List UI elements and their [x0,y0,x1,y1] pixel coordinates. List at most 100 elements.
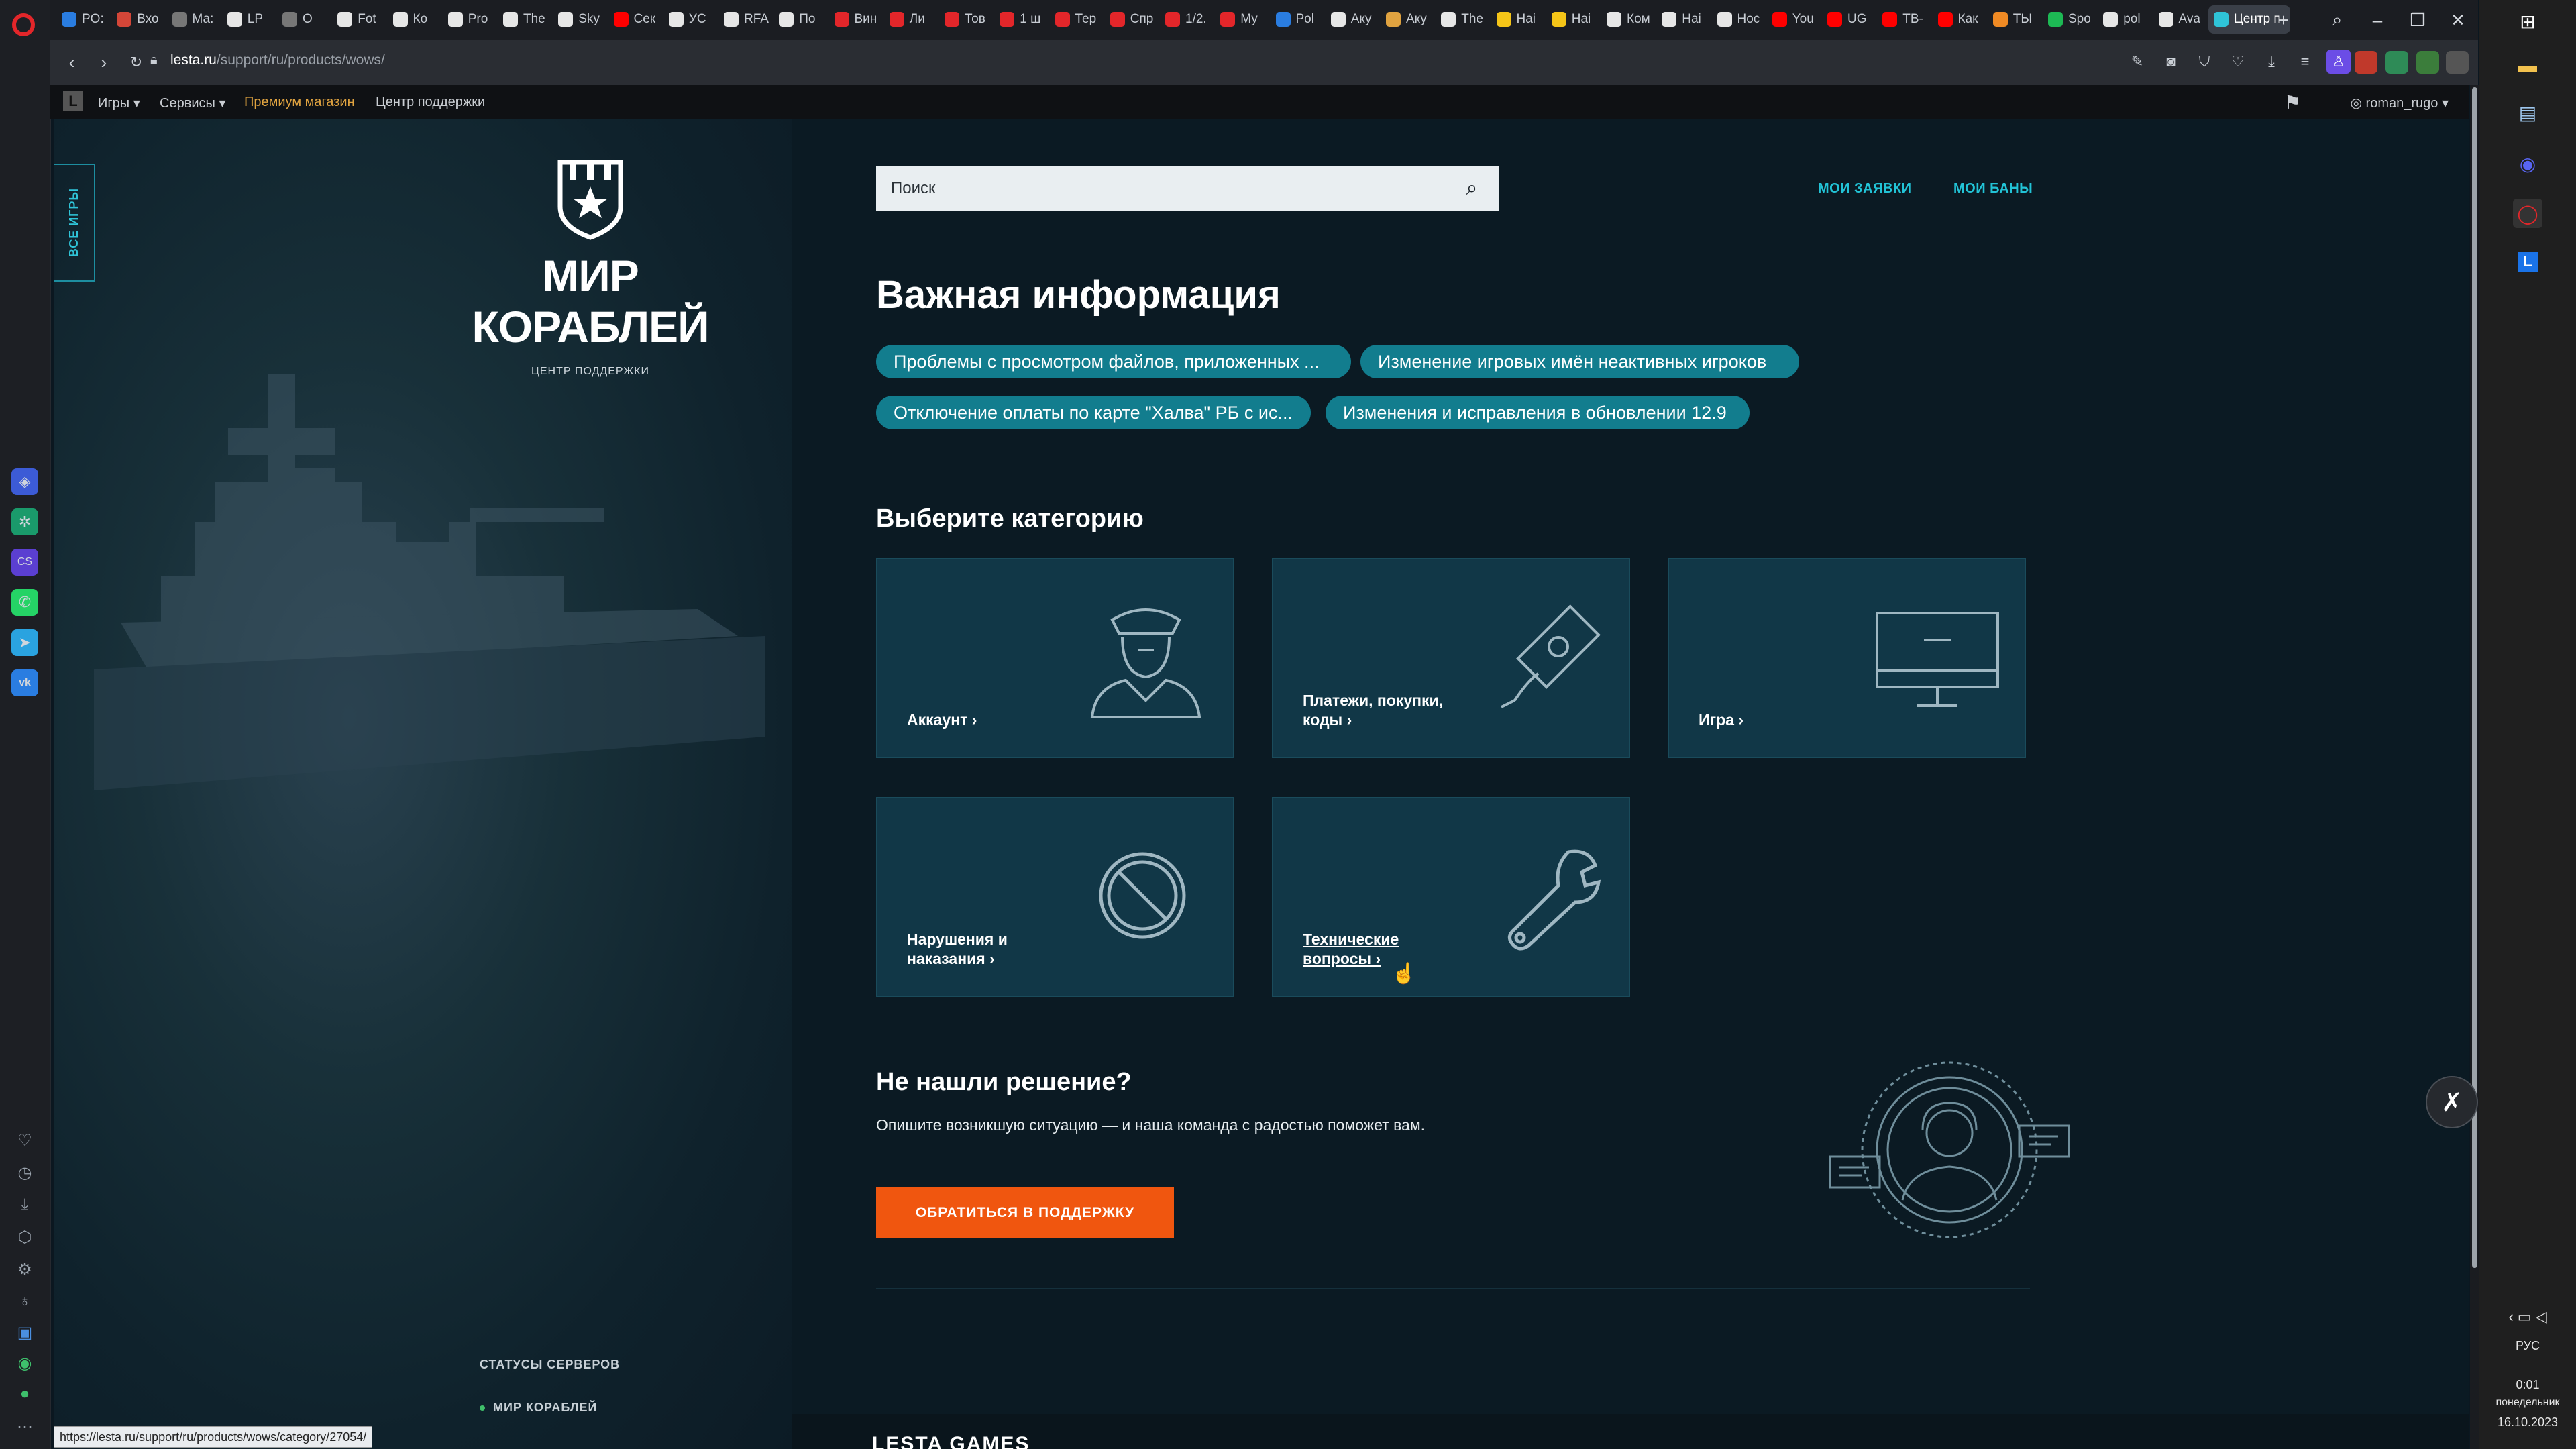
minimize-icon[interactable]: – [2364,7,2391,34]
file-explorer-icon[interactable]: ▬ [2513,51,2542,80]
opera-taskbar-icon[interactable]: ◯ [2513,199,2542,228]
browser-tab[interactable]: ТЫ [1988,5,2040,34]
close-window-icon[interactable]: ✕ [2445,7,2471,34]
extension-icon[interactable]: ▣ [11,1319,38,1346]
server-status-item[interactable]: МИР КОРАБЛЕЙ [480,1401,597,1415]
nav-premium-shop[interactable]: Премиум магазин [244,95,355,110]
browser-tab[interactable]: Fot [332,5,384,34]
nav-services[interactable]: Сервисы ▾ [160,95,225,111]
heart-icon[interactable]: ♡ [11,1127,38,1154]
tray-icons[interactable]: ‹ ▭ ◁ [2479,1308,2576,1326]
notepad-icon[interactable]: ▤ [2513,98,2542,127]
edit-icon[interactable]: ✎ [2125,50,2149,74]
page-scrollbar[interactable] [2470,85,2479,1449]
browser-tab[interactable]: По [773,5,826,34]
camera-icon[interactable]: ◙ [2159,50,2183,74]
browser-tab[interactable]: UG [1822,5,1874,34]
browser-tab[interactable]: Spo [2043,5,2095,34]
whatsapp-icon[interactable]: ✆ [11,589,38,616]
category-payments[interactable]: Платежи, покупки, коды › [1272,558,1630,758]
spotify-icon[interactable]: ● [11,1381,38,1407]
nav-support-center[interactable]: Центр поддержки [376,95,485,110]
extension-download-icon[interactable] [2385,51,2408,74]
shield-icon[interactable]: ⛉ [2192,50,2216,74]
back-icon[interactable]: ‹ [59,50,85,75]
new-tab-icon[interactable]: + [2270,7,2297,34]
news-chip-2[interactable]: Изменение игровых имён неактивных игроко… [1360,345,1799,378]
browser-tab[interactable]: Наі [1656,5,1709,34]
user-menu[interactable]: ◎ roman_rugo ▾ [2351,95,2449,111]
opera-logo-icon[interactable] [12,13,35,36]
browser-tab[interactable]: Наі [1491,5,1544,34]
browser-tab[interactable]: Ма: [167,5,219,34]
more-icon[interactable]: ⋯ [11,1413,38,1440]
adblock-icon[interactable] [2355,51,2377,74]
browser-tab[interactable]: Ком [1601,5,1654,34]
notification-icon[interactable]: ⚑ [2284,91,2301,113]
vk-icon[interactable]: vk [11,669,38,696]
all-games-tab[interactable]: ВСЕ ИГРЫ [54,164,95,282]
category-account[interactable]: Аккаунт › [876,558,1234,758]
browser-tab[interactable]: Pro [443,5,495,34]
lesta-taskbar-icon[interactable]: L [2513,247,2542,276]
browser-tab[interactable]: The [498,5,550,34]
extensions-icon[interactable] [2446,51,2469,74]
contact-support-button[interactable]: ОБРАТИТЬСЯ В ПОДДЕРЖКУ [876,1187,1174,1238]
browser-tab[interactable]: Аку [1326,5,1378,34]
category-violations[interactable]: Нарушения и наказания › [876,797,1234,997]
history-icon[interactable]: ◷ [11,1159,38,1186]
telegram-icon[interactable]: ➤ [11,629,38,656]
news-chip-1[interactable]: Проблемы с просмотром файлов, приложенны… [876,345,1351,378]
lesta-logo-icon[interactable]: L [63,91,83,111]
my-bans-link[interactable]: МОИ БАНЫ [1953,181,2033,197]
browser-tab[interactable]: Нос [1712,5,1764,34]
floating-assistant-button[interactable]: ✗ [2426,1076,2478,1128]
clock-time[interactable]: 0:01 [2479,1378,2576,1392]
search-tabs-icon[interactable]: ⌕ [2324,7,2351,34]
browser-tab[interactable]: The [1436,5,1488,34]
bookmark-heart-icon[interactable]: ♡ [2226,50,2250,74]
browser-tab[interactable]: RFA [718,5,771,34]
nav-games[interactable]: Игры ▾ [98,95,140,111]
browser-tab[interactable]: Сек [608,5,661,34]
browser-tab[interactable]: Ava [2153,5,2206,34]
chatsonic-icon[interactable]: CS [11,549,38,576]
cube-icon[interactable]: ⬡ [11,1224,38,1250]
lightbulb-icon[interactable]: ♁ [11,1288,38,1315]
browser-tab[interactable]: PO: [56,5,109,34]
vpn-icon[interactable]: ◉ [11,1350,38,1377]
extension-sheets-icon[interactable] [2416,51,2439,74]
windows-start-icon[interactable]: ⊞ [2513,7,2542,36]
browser-tab[interactable]: УС [663,5,716,34]
aria-icon[interactable]: ◈ [11,468,38,495]
search-input[interactable]: Поиск ⌕ [876,166,1499,211]
news-chip-3[interactable]: Отключение оплаты по карте "Халва" РБ с … [876,396,1311,429]
reload-icon[interactable]: ↻ [123,50,149,75]
browser-tab[interactable]: Ли [884,5,936,34]
browser-tab[interactable]: LP [222,5,274,34]
browser-tab[interactable]: You [1767,5,1819,34]
chatgpt-icon[interactable]: ✲ [11,508,38,535]
profile-icon[interactable]: ♙ [2326,50,2351,74]
browser-tab[interactable]: Му [1215,5,1267,34]
browser-tab[interactable]: Вхо [111,5,164,34]
browser-tab[interactable]: Аку [1381,5,1433,34]
forward-icon[interactable]: › [91,50,117,75]
settings-icon[interactable]: ⚙ [11,1256,38,1283]
menu-icon[interactable]: ≡ [2293,50,2317,74]
browser-tab[interactable]: O [277,5,329,34]
download-icon[interactable]: ⤓ [11,1191,38,1218]
restore-icon[interactable]: ❐ [2404,7,2431,34]
browser-tab[interactable]: Ко [388,5,440,34]
browser-tab[interactable]: Как [1933,5,1985,34]
browser-tab[interactable]: Тов [939,5,991,34]
news-chip-4[interactable]: Изменения и исправления в обновлении 12.… [1326,396,1750,429]
browser-tab[interactable]: 1/2. [1160,5,1212,34]
my-requests-link[interactable]: МОИ ЗАЯВКИ [1818,181,1912,197]
browser-tab[interactable]: Наі [1546,5,1599,34]
brand-logo[interactable]: МИР КОРАБЛЕЙ ЦЕНТР ПОДДЕРЖКИ [456,160,724,378]
browser-tab[interactable]: Pol [1271,5,1323,34]
url-field[interactable]: lesta.ru/support/ru/products/wows/ [170,52,385,68]
browser-tab[interactable]: ТВ- [1877,5,1929,34]
search-icon[interactable]: ⌕ [1460,176,1484,201]
